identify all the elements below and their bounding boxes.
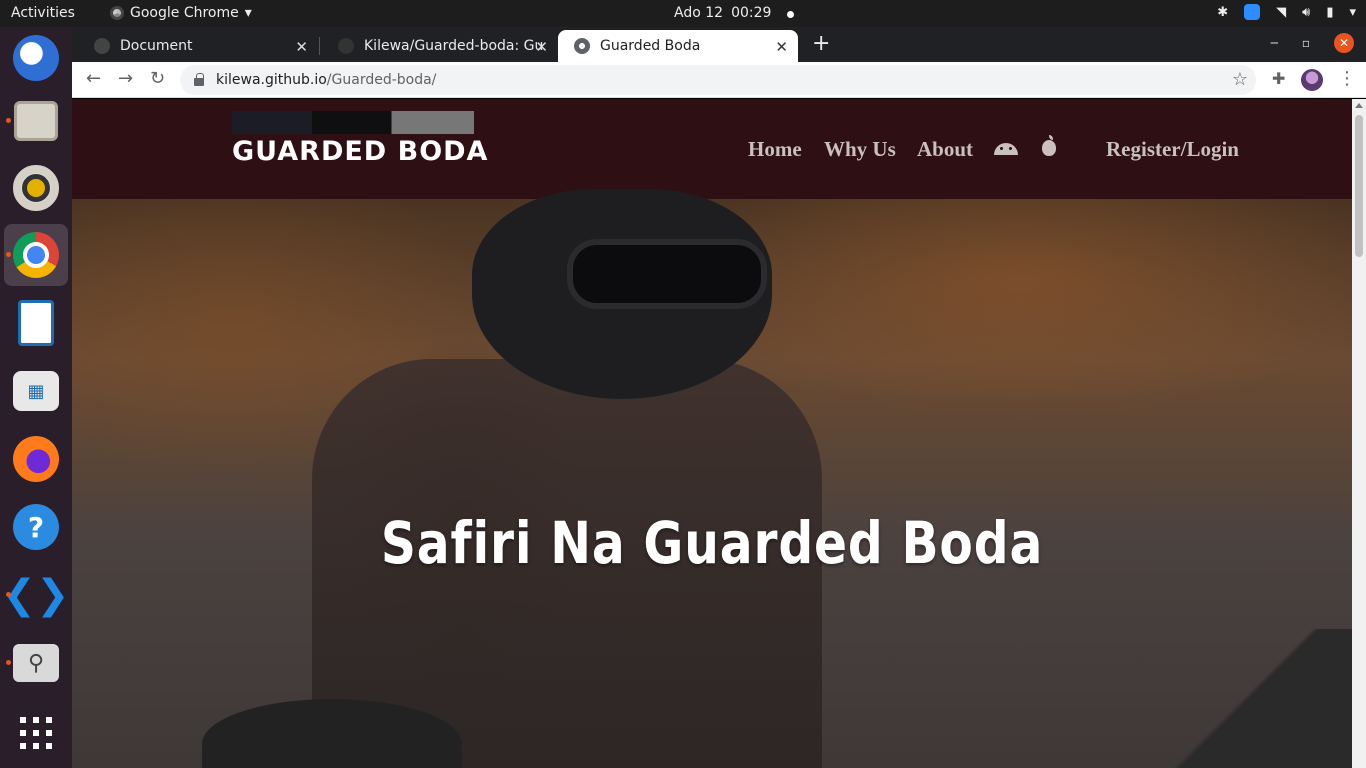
notification-dot-icon bbox=[787, 11, 795, 18]
maximize-icon[interactable]: ▫ bbox=[1302, 36, 1310, 50]
dock-chrome[interactable] bbox=[4, 224, 68, 286]
system-menu-caret-icon[interactable]: ▾ bbox=[1349, 5, 1356, 20]
running-indicator bbox=[6, 592, 11, 597]
chrome-icon bbox=[13, 232, 59, 278]
browser-toolbar: ← → ↻ kilewa.github.io/Guarded-boda/ ☆ ✚… bbox=[72, 62, 1366, 98]
dock-vscode[interactable]: ❮❯ bbox=[2, 564, 70, 626]
zoom-icon[interactable] bbox=[1244, 4, 1261, 20]
software-store-icon: ▦ bbox=[13, 371, 59, 411]
tab-close-icon[interactable]: ✕ bbox=[535, 38, 548, 56]
dock-firefox[interactable] bbox=[4, 428, 68, 490]
dock-help[interactable]: ? bbox=[4, 496, 68, 558]
rhythmbox-icon bbox=[13, 165, 59, 211]
caret-down-icon: ▾ bbox=[244, 5, 252, 21]
system-tray[interactable]: ✱ ◥ 🔊︎ ▮ ▾ bbox=[1217, 4, 1356, 20]
vscode-icon: ❮❯ bbox=[2, 572, 70, 618]
url-path: /Guarded-boda/ bbox=[326, 72, 437, 88]
running-indicator bbox=[6, 118, 11, 123]
screenshot-search-icon: ⚲ bbox=[13, 644, 59, 682]
hero-goggles bbox=[567, 239, 767, 309]
extensions-puzzle-icon[interactable]: ✚ bbox=[1272, 69, 1285, 88]
site-logo[interactable]: GUARDED BODA bbox=[232, 111, 489, 167]
url-host: kilewa.github.io bbox=[216, 72, 327, 88]
help-icon: ? bbox=[13, 504, 59, 550]
dock-software[interactable]: ▦ bbox=[4, 360, 68, 422]
back-arrow-icon[interactable]: ← bbox=[86, 68, 101, 89]
logo-image-strip bbox=[232, 111, 474, 134]
system-top-bar: Activities Google Chrome ▾ Ado 12 00:29 … bbox=[0, 0, 1366, 27]
site-navbar: GUARDED BODA Home Why Us About Register/… bbox=[72, 99, 1352, 199]
apple-icon[interactable] bbox=[1042, 135, 1056, 156]
files-icon bbox=[14, 101, 58, 141]
clock-time: 00:29 bbox=[731, 5, 772, 21]
dock-writer[interactable] bbox=[4, 292, 68, 354]
kebab-menu-icon[interactable]: ⋮ bbox=[1338, 68, 1356, 89]
profile-avatar[interactable] bbox=[1301, 69, 1323, 91]
tab-favicon-icon bbox=[94, 38, 110, 54]
thunderbird-icon bbox=[13, 35, 59, 81]
hero-title: Safiri Na Guarded Boda bbox=[380, 509, 1044, 577]
tab-document[interactable]: Document ✕ bbox=[78, 30, 318, 62]
tab-label: Document bbox=[120, 38, 193, 54]
android-icon[interactable] bbox=[994, 143, 1018, 155]
tab-guarded-boda[interactable]: Guarded Boda ✕ bbox=[558, 30, 798, 62]
nav-register-login[interactable]: Register/Login bbox=[1106, 137, 1239, 162]
forward-arrow-icon[interactable]: → bbox=[118, 68, 133, 89]
chrome-small-icon bbox=[110, 6, 124, 20]
scroll-up-arrow-icon[interactable] bbox=[1355, 103, 1363, 108]
globe-favicon-icon bbox=[574, 38, 590, 54]
close-window-icon[interactable]: ✕ bbox=[1334, 33, 1354, 53]
bookmark-star-icon[interactable]: ☆ bbox=[1232, 69, 1248, 90]
clock-date: Ado 12 bbox=[674, 5, 724, 21]
libreoffice-writer-icon bbox=[18, 300, 54, 346]
logo-text: GUARDED BODA bbox=[232, 136, 489, 167]
dock-thunderbird[interactable] bbox=[4, 27, 68, 89]
tab-strip: Document ✕ Kilewa/Guarded-boda: Gu ✕ Gua… bbox=[72, 27, 1366, 62]
dock-rhythmbox[interactable] bbox=[4, 157, 68, 219]
tab-close-icon[interactable]: ✕ bbox=[295, 38, 308, 56]
clock[interactable]: Ado 12 00:29 bbox=[674, 5, 795, 21]
github-favicon-icon bbox=[338, 38, 354, 54]
page-scrollbar[interactable] bbox=[1352, 99, 1366, 768]
lock-icon[interactable] bbox=[194, 73, 204, 86]
tab-label: Guarded Boda bbox=[600, 38, 701, 54]
tab-github-repo[interactable]: Kilewa/Guarded-boda: Gu ✕ bbox=[322, 30, 558, 62]
nav-why-us[interactable]: Why Us bbox=[824, 137, 896, 162]
app-menu[interactable]: Google Chrome ▾ bbox=[110, 5, 252, 21]
dock-search-tool[interactable]: ⚲ bbox=[4, 632, 68, 694]
slack-icon[interactable]: ✱ bbox=[1217, 5, 1228, 20]
show-applications-icon[interactable] bbox=[20, 717, 52, 749]
hero-section: Safiri Na Guarded Boda bbox=[72, 189, 1352, 768]
running-indicator bbox=[6, 252, 11, 257]
page-viewport: GUARDED BODA Home Why Us About Register/… bbox=[72, 99, 1352, 768]
scrollbar-thumb[interactable] bbox=[1355, 115, 1363, 257]
wifi-icon[interactable]: ◥ bbox=[1276, 5, 1286, 20]
firefox-icon bbox=[13, 436, 59, 482]
battery-icon[interactable]: ▮ bbox=[1326, 5, 1333, 20]
reload-icon[interactable]: ↻ bbox=[150, 68, 165, 89]
tab-separator bbox=[319, 37, 320, 55]
dock-files[interactable] bbox=[4, 90, 68, 152]
hero-bike-mirror bbox=[1172, 629, 1352, 768]
tab-label: Kilewa/Guarded-boda: Gu bbox=[364, 38, 544, 54]
address-bar[interactable]: kilewa.github.io/Guarded-boda/ ☆ bbox=[180, 65, 1256, 95]
dock: ▦ ? ❮❯ ⚲ bbox=[0, 27, 72, 768]
minimize-icon[interactable]: ─ bbox=[1271, 36, 1278, 50]
running-indicator bbox=[6, 660, 11, 665]
volume-icon[interactable]: 🔊︎ bbox=[1302, 5, 1310, 20]
window-controls: ─ ▫ ✕ bbox=[1271, 33, 1354, 53]
new-tab-plus-icon[interactable]: + bbox=[812, 31, 830, 56]
app-menu-label: Google Chrome bbox=[130, 5, 239, 21]
nav-about[interactable]: About bbox=[917, 137, 973, 162]
activities-button[interactable]: Activities bbox=[11, 5, 75, 21]
nav-home[interactable]: Home bbox=[748, 137, 802, 162]
tab-close-icon[interactable]: ✕ bbox=[775, 38, 788, 56]
